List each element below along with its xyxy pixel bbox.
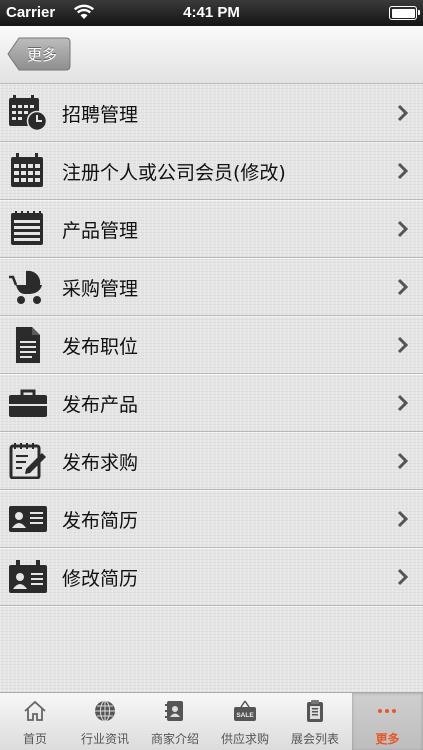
chevron-right-icon [397, 104, 409, 122]
chevron-right-icon [397, 278, 409, 296]
pencil-notepad-icon [8, 443, 48, 480]
calendar-clock-icon [8, 95, 48, 132]
notepad-icon [8, 211, 48, 247]
battery-icon [389, 6, 420, 20]
menu-item-product-management[interactable]: 产品管理 [0, 200, 423, 258]
menu-item-register-member[interactable]: 注册个人或公司会员(修改) [0, 142, 423, 200]
chevron-right-icon [397, 568, 409, 586]
id-card-clipboard-icon [8, 559, 48, 595]
menu-item-label: 采购管理 [62, 278, 139, 300]
tab-label: 首页 [22, 732, 47, 746]
chevron-right-icon [397, 510, 409, 528]
tab-label: 行业资讯 [80, 732, 129, 746]
menu-item-post-purchase-request[interactable]: 发布求购 [0, 432, 423, 490]
back-button-label: 更多 [27, 46, 58, 64]
menu-list: 招聘管理 注册个人或公司会员(修改) 产品管理 采购管理 发布职位 发布产品 发… [0, 84, 423, 692]
menu-item-label: 招聘管理 [62, 104, 139, 126]
clipboard-icon [307, 700, 323, 722]
back-button[interactable]: 更多 [7, 37, 71, 71]
chevron-right-icon [397, 452, 409, 470]
tab-merchant-intro[interactable]: 商家介绍 [140, 693, 210, 750]
briefcase-icon [8, 385, 48, 421]
menu-item-label: 发布产品 [62, 394, 139, 416]
clock-label: 4:41 PM [183, 4, 240, 21]
id-card-icon [8, 501, 48, 537]
chevron-right-icon [397, 162, 409, 180]
menu-item-post-job[interactable]: 发布职位 [0, 316, 423, 374]
status-bar: Carrier 4:41 PM [0, 0, 423, 26]
menu-item-post-resume[interactable]: 发布简历 [0, 490, 423, 548]
menu-item-label: 注册个人或公司会员(修改) [62, 162, 286, 184]
globe-icon [95, 700, 115, 722]
tab-home[interactable]: 首页 [0, 693, 70, 750]
sale-tag-icon: SALE [234, 700, 256, 721]
svg-text:SALE: SALE [236, 712, 254, 719]
stroller-icon [8, 269, 48, 305]
chevron-right-icon [397, 220, 409, 238]
more-dots-icon [378, 709, 396, 713]
tab-supply-demand[interactable]: SALE 供应求购 [210, 693, 280, 750]
tab-bar: 首页 行业资讯 商家介绍 SALE 供应求购 展会列表 更多 [0, 692, 423, 750]
menu-item-post-product[interactable]: 发布产品 [0, 374, 423, 432]
contact-book-icon [165, 701, 183, 721]
menu-item-label: 发布求购 [62, 452, 139, 474]
navigation-bar: 更多 [0, 26, 423, 84]
document-icon [8, 327, 48, 363]
tab-more[interactable]: 更多 [352, 693, 423, 750]
chevron-right-icon [397, 336, 409, 354]
menu-item-edit-resume[interactable]: 修改简历 [0, 548, 423, 606]
menu-item-label: 发布简历 [62, 510, 139, 532]
tab-label: 供应求购 [220, 732, 269, 746]
menu-item-label: 发布职位 [62, 336, 139, 358]
menu-item-label: 产品管理 [62, 220, 139, 242]
chevron-right-icon [397, 394, 409, 412]
menu-item-purchase-management[interactable]: 采购管理 [0, 258, 423, 316]
tab-exhibition-list[interactable]: 展会列表 [280, 693, 350, 750]
tab-label: 展会列表 [290, 732, 339, 746]
tab-label: 商家介绍 [150, 732, 199, 746]
calendar-icon [8, 153, 48, 189]
menu-item-recruitment-management[interactable]: 招聘管理 [0, 84, 423, 142]
tab-label: 更多 [375, 732, 400, 746]
menu-item-label: 修改简历 [62, 568, 139, 590]
tab-industry-news[interactable]: 行业资讯 [70, 693, 140, 750]
home-icon [24, 700, 46, 721]
